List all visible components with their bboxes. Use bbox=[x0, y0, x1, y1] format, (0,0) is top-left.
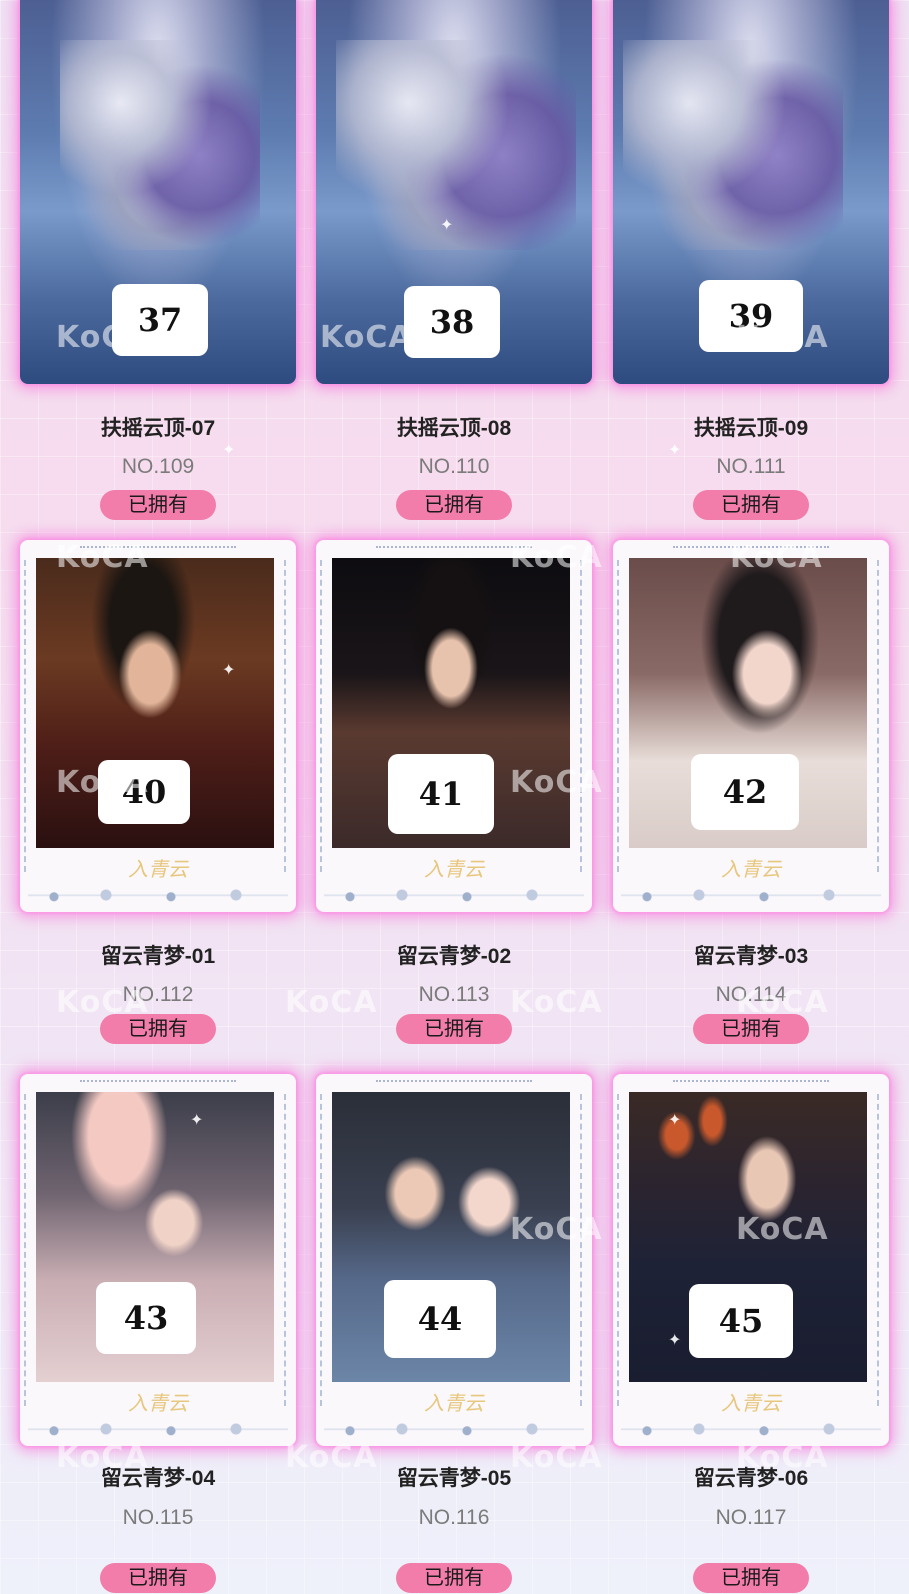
collection-item[interactable]: 入青云 42 留云青梦-03 NO.114 已拥有 bbox=[606, 540, 896, 1060]
collection-item[interactable]: 入青云 41 留云青梦-02 NO.113 已拥有 bbox=[309, 540, 599, 1060]
card-serial: NO.114 bbox=[715, 983, 787, 1006]
card-image[interactable]: 入青云 44 bbox=[316, 1074, 592, 1446]
card-number-tag: 39 bbox=[699, 280, 803, 352]
frame-ornament bbox=[24, 560, 32, 872]
wave-ornament bbox=[324, 1420, 584, 1438]
wave-ornament bbox=[621, 1420, 881, 1438]
card-title: 留云青梦-02 bbox=[396, 945, 512, 968]
card-serial: NO.111 bbox=[716, 455, 786, 478]
card-number-tag: 45 bbox=[689, 1284, 793, 1358]
frame-ornament bbox=[580, 560, 588, 872]
collection-item[interactable]: 入青云 40 留云青梦-01 NO.112 已拥有 bbox=[13, 540, 303, 1060]
card-number-tag: 37 bbox=[112, 284, 208, 356]
owned-badge: 已拥有 bbox=[100, 490, 216, 520]
collection-item[interactable]: 37 扶摇云顶-07 NO.109 已拥有 bbox=[13, 0, 303, 530]
card-title: 留云青梦-05 bbox=[396, 1467, 512, 1490]
wave-ornament bbox=[28, 886, 288, 904]
owned-badge: 已拥有 bbox=[693, 490, 809, 520]
card-number-tag: 40 bbox=[98, 760, 190, 824]
card-image[interactable]: 入青云 45 bbox=[613, 1074, 889, 1446]
card-image[interactable]: 39 bbox=[613, 0, 889, 384]
frame-ornament bbox=[80, 1080, 236, 1088]
card-number-tag: 43 bbox=[96, 1282, 196, 1354]
frame-ornament bbox=[284, 560, 292, 872]
owned-badge: 已拥有 bbox=[100, 1563, 216, 1593]
series-logo: 入青云 bbox=[721, 1391, 781, 1415]
wave-ornament bbox=[324, 886, 584, 904]
collection-item[interactable]: 39 扶摇云顶-09 NO.111 已拥有 bbox=[606, 0, 896, 530]
card-image[interactable]: 入青云 40 bbox=[20, 540, 296, 912]
card-serial: NO.117 bbox=[715, 1506, 787, 1529]
card-title: 扶摇云顶-09 bbox=[693, 417, 809, 440]
card-image[interactable]: 38 bbox=[316, 0, 592, 384]
owned-badge: 已拥有 bbox=[396, 490, 512, 520]
series-logo: 入青云 bbox=[721, 857, 781, 881]
card-number-tag: 41 bbox=[388, 754, 494, 834]
crystal-artwork bbox=[336, 40, 576, 250]
card-image[interactable]: 入青云 43 bbox=[20, 1074, 296, 1446]
owned-badge: 已拥有 bbox=[693, 1563, 809, 1593]
card-serial: NO.115 bbox=[122, 1506, 194, 1529]
card-title: 留云青梦-03 bbox=[693, 945, 809, 968]
frame-ornament bbox=[376, 1080, 532, 1088]
card-title: 留云青梦-04 bbox=[100, 1467, 216, 1490]
card-title: 扶摇云顶-08 bbox=[396, 417, 512, 440]
crystal-artwork bbox=[623, 40, 843, 250]
card-number-tag: 44 bbox=[384, 1280, 496, 1358]
wave-ornament bbox=[28, 1420, 288, 1438]
card-serial: NO.113 bbox=[418, 983, 490, 1006]
series-logo: 入青云 bbox=[128, 857, 188, 881]
frame-ornament bbox=[617, 560, 625, 872]
frame-ornament bbox=[877, 1094, 885, 1406]
owned-badge: 已拥有 bbox=[693, 1014, 809, 1044]
card-image[interactable]: 入青云 42 bbox=[613, 540, 889, 912]
card-number-tag: 38 bbox=[404, 286, 500, 358]
frame-ornament bbox=[24, 1094, 32, 1406]
card-image[interactable]: 37 bbox=[20, 0, 296, 384]
frame-ornament bbox=[673, 546, 829, 554]
frame-ornament bbox=[376, 546, 532, 554]
card-serial: NO.116 bbox=[418, 1506, 490, 1529]
frame-ornament bbox=[320, 1094, 328, 1406]
owned-badge: 已拥有 bbox=[396, 1563, 512, 1593]
series-logo: 入青云 bbox=[424, 1391, 484, 1415]
card-image[interactable]: 入青云 41 bbox=[316, 540, 592, 912]
frame-ornament bbox=[617, 1094, 625, 1406]
collection-item[interactable]: 入青云 44 留云青梦-05 NO.116 已拥有 bbox=[309, 1074, 599, 1594]
card-title: 扶摇云顶-07 bbox=[100, 417, 216, 440]
card-number-tag: 42 bbox=[691, 754, 799, 830]
card-collection-grid: 37 扶摇云顶-07 NO.109 已拥有 38 扶摇云顶-08 NO.110 … bbox=[0, 0, 909, 1594]
owned-badge: 已拥有 bbox=[100, 1014, 216, 1044]
frame-ornament bbox=[580, 1094, 588, 1406]
series-logo: 入青云 bbox=[128, 1391, 188, 1415]
frame-ornament bbox=[284, 1094, 292, 1406]
wave-ornament bbox=[621, 886, 881, 904]
frame-ornament bbox=[877, 560, 885, 872]
card-title: 留云青梦-06 bbox=[693, 1467, 809, 1490]
frame-ornament bbox=[320, 560, 328, 872]
collection-item[interactable]: 入青云 45 留云青梦-06 NO.117 已拥有 bbox=[606, 1074, 896, 1594]
collection-item[interactable]: 入青云 43 留云青梦-04 NO.115 已拥有 bbox=[13, 1074, 303, 1594]
card-title: 留云青梦-01 bbox=[100, 945, 216, 968]
frame-ornament bbox=[673, 1080, 829, 1088]
collection-item[interactable]: 38 扶摇云顶-08 NO.110 已拥有 bbox=[309, 0, 599, 530]
owned-badge: 已拥有 bbox=[396, 1014, 512, 1044]
frame-ornament bbox=[80, 546, 236, 554]
series-logo: 入青云 bbox=[424, 857, 484, 881]
crystal-artwork bbox=[60, 40, 260, 250]
card-serial: NO.112 bbox=[122, 983, 194, 1006]
card-serial: NO.110 bbox=[418, 455, 490, 478]
card-serial: NO.109 bbox=[121, 455, 195, 478]
